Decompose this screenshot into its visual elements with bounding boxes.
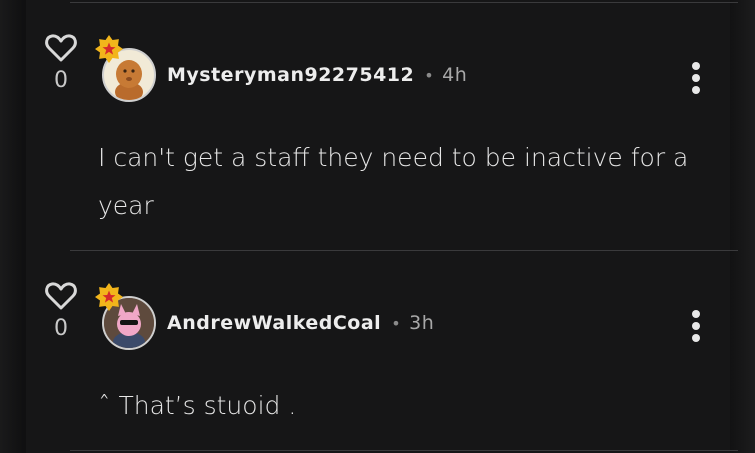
comment-text: ˆ That’s stuoid . <box>98 391 297 420</box>
timestamp: 4h <box>442 64 468 86</box>
more-options-button[interactable] <box>690 310 702 346</box>
more-vertical-icon <box>692 310 700 318</box>
comment-text: I can't get a staff they need to be inac… <box>98 143 689 220</box>
like-count: 0 <box>54 68 68 93</box>
like-control[interactable]: 0 <box>44 280 78 341</box>
divider-top <box>70 2 738 3</box>
comments-panel: 0 Mysteryman92275412 • 4h I can't get a … <box>26 0 738 453</box>
heart-icon[interactable] <box>44 280 78 312</box>
star-badge-icon <box>95 35 123 63</box>
more-vertical-icon <box>692 62 700 70</box>
comment-header: AndrewWalkedCoal • 3h <box>167 312 434 334</box>
avatar[interactable] <box>95 283 156 350</box>
heart-icon[interactable] <box>44 32 78 64</box>
more-options-button[interactable] <box>690 62 702 98</box>
separator-dot: • <box>424 66 435 85</box>
username[interactable]: AndrewWalkedCoal <box>167 312 381 334</box>
timestamp: 3h <box>409 312 435 334</box>
like-count: 0 <box>54 316 68 341</box>
avatar[interactable] <box>95 35 156 102</box>
star-badge-icon <box>95 283 123 311</box>
username[interactable]: Mysteryman92275412 <box>167 64 414 86</box>
like-control[interactable]: 0 <box>44 32 78 93</box>
separator-dot: • <box>391 314 402 333</box>
divider-bottom <box>70 450 738 451</box>
comment-header: Mysteryman92275412 • 4h <box>167 64 467 86</box>
divider-middle <box>70 250 738 251</box>
